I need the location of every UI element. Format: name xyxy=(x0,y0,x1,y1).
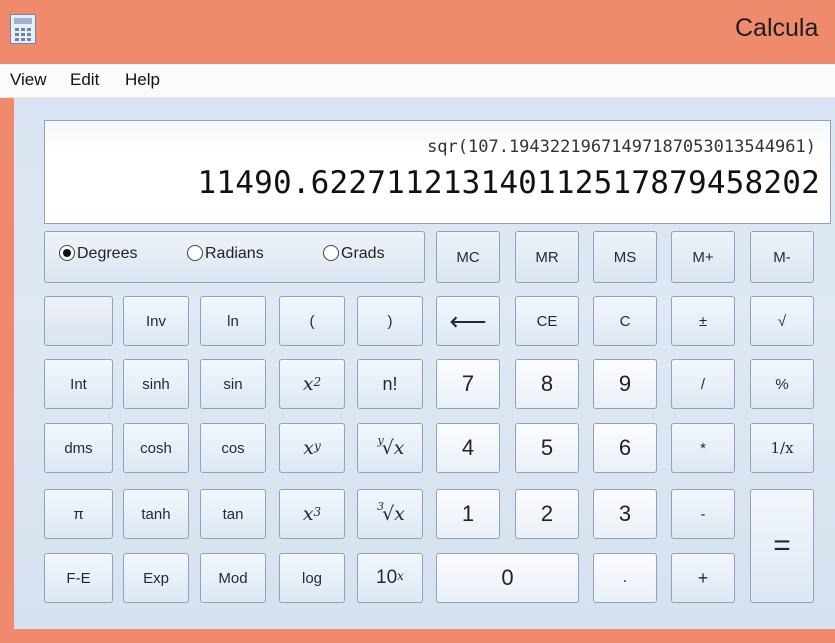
x-squared-button[interactable]: x2 xyxy=(279,359,345,409)
menu-view[interactable]: View xyxy=(10,70,47,90)
y-root-index: y xyxy=(377,433,384,447)
exp-button[interactable]: Exp xyxy=(123,553,189,603)
radio-degrees[interactable]: Degrees xyxy=(59,245,137,263)
inv-button[interactable]: Inv xyxy=(123,296,189,346)
x-squared-base: x xyxy=(302,373,314,395)
divide-button[interactable]: / xyxy=(671,359,735,409)
mc-button[interactable]: MC xyxy=(436,231,500,283)
m-minus-button[interactable]: M- xyxy=(750,231,814,283)
window-title: Calcula xyxy=(735,14,819,42)
sin-button[interactable]: sin xyxy=(200,359,266,409)
ten-power-x-exponent: x xyxy=(397,569,404,583)
dms-button[interactable]: dms xyxy=(44,423,113,473)
digit-1-button[interactable]: 1 xyxy=(436,489,500,539)
tan-button[interactable]: tan xyxy=(200,489,266,539)
radio-unselected-icon xyxy=(187,245,203,261)
menu-edit[interactable]: Edit xyxy=(70,70,99,90)
ten-power-x-base: 10 xyxy=(376,567,398,588)
cube-root-button[interactable]: 3 √x xyxy=(357,489,423,539)
backspace-button[interactable]: ⟵ xyxy=(436,296,500,346)
menu-bar: View Edit Help xyxy=(0,64,835,98)
pi-button[interactable]: π xyxy=(44,489,113,539)
equals-button[interactable]: = xyxy=(750,489,814,603)
result-display: 11490.622711213140112517879458202 xyxy=(197,165,820,201)
blank-button xyxy=(44,296,113,346)
square-root-button[interactable]: √ xyxy=(750,296,814,346)
decimal-button[interactable]: . xyxy=(593,553,657,603)
plus-button[interactable]: + xyxy=(671,553,735,603)
calculator-app-icon xyxy=(10,14,36,44)
x-power-y-base: x xyxy=(303,437,314,459)
radio-selected-icon xyxy=(59,245,75,261)
calculator-window: Calcula View Edit Help sqr(107.194322196… xyxy=(0,0,835,643)
digit-9-button[interactable]: 9 xyxy=(593,359,657,409)
radio-grads[interactable]: Grads xyxy=(323,245,385,263)
x-power-y-button[interactable]: xy xyxy=(279,423,345,473)
log-button[interactable]: log xyxy=(279,553,345,603)
cos-button[interactable]: cos xyxy=(200,423,266,473)
x-cubed-button[interactable]: x3 xyxy=(279,489,345,539)
y-root-x-button[interactable]: y √x xyxy=(357,423,423,473)
multiply-button[interactable]: * xyxy=(671,423,735,473)
radio-grads-label: Grads xyxy=(341,245,385,262)
radio-degrees-label: Degrees xyxy=(77,245,138,262)
factorial-button[interactable]: n! xyxy=(357,359,423,409)
digit-2-button[interactable]: 2 xyxy=(515,489,579,539)
mod-button[interactable]: Mod xyxy=(200,553,266,603)
x-cubed-exponent: 3 xyxy=(313,505,322,519)
digit-5-button[interactable]: 5 xyxy=(515,423,579,473)
mr-button[interactable]: MR xyxy=(515,231,579,283)
ln-button[interactable]: ln xyxy=(200,296,266,346)
display: sqr(107.19432219671497187053013544961) 1… xyxy=(44,120,831,224)
digit-4-button[interactable]: 4 xyxy=(436,423,500,473)
y-root-symbol: √x xyxy=(381,437,405,459)
x-squared-exponent: 2 xyxy=(313,375,322,389)
digit-3-button[interactable]: 3 xyxy=(593,489,657,539)
backspace-arrow-icon: ⟵ xyxy=(449,305,487,336)
cosh-button[interactable]: cosh xyxy=(123,423,189,473)
right-paren-button[interactable]: ) xyxy=(357,296,423,346)
cube-root-symbol: √x xyxy=(382,503,405,525)
radio-radians[interactable]: Radians xyxy=(187,245,264,263)
digit-7-button[interactable]: 7 xyxy=(436,359,500,409)
expression-display: sqr(107.19432219671497187053013544961) xyxy=(427,137,816,157)
digit-6-button[interactable]: 6 xyxy=(593,423,657,473)
c-button[interactable]: C xyxy=(593,296,657,346)
equals-symbol: = xyxy=(773,529,791,562)
radio-radians-label: Radians xyxy=(205,245,264,262)
radio-unselected-icon xyxy=(323,245,339,261)
plus-minus-button[interactable]: ± xyxy=(671,296,735,346)
ce-button[interactable]: CE xyxy=(515,296,579,346)
cube-root-index: 3 xyxy=(377,499,385,513)
menu-help[interactable]: Help xyxy=(125,70,160,90)
sinh-button[interactable]: sinh xyxy=(123,359,189,409)
percent-button[interactable]: % xyxy=(750,359,814,409)
digit-0-button[interactable]: 0 xyxy=(436,553,579,603)
title-bar[interactable]: Calcula xyxy=(0,0,835,64)
ms-button[interactable]: MS xyxy=(593,231,657,283)
fe-button[interactable]: F-E xyxy=(44,553,113,603)
int-button[interactable]: Int xyxy=(44,359,113,409)
digit-8-button[interactable]: 8 xyxy=(515,359,579,409)
reciprocal-button[interactable]: 1/x xyxy=(750,423,814,473)
x-cubed-base: x xyxy=(302,503,314,525)
tanh-button[interactable]: tanh xyxy=(123,489,189,539)
left-paren-button[interactable]: ( xyxy=(279,296,345,346)
ten-power-x-button[interactable]: 10 x xyxy=(357,553,423,603)
angle-mode-group: Degrees Radians Grads xyxy=(44,231,425,283)
minus-button[interactable]: - xyxy=(671,489,735,539)
m-plus-button[interactable]: M+ xyxy=(671,231,735,283)
x-power-y-exponent: y xyxy=(313,439,321,453)
